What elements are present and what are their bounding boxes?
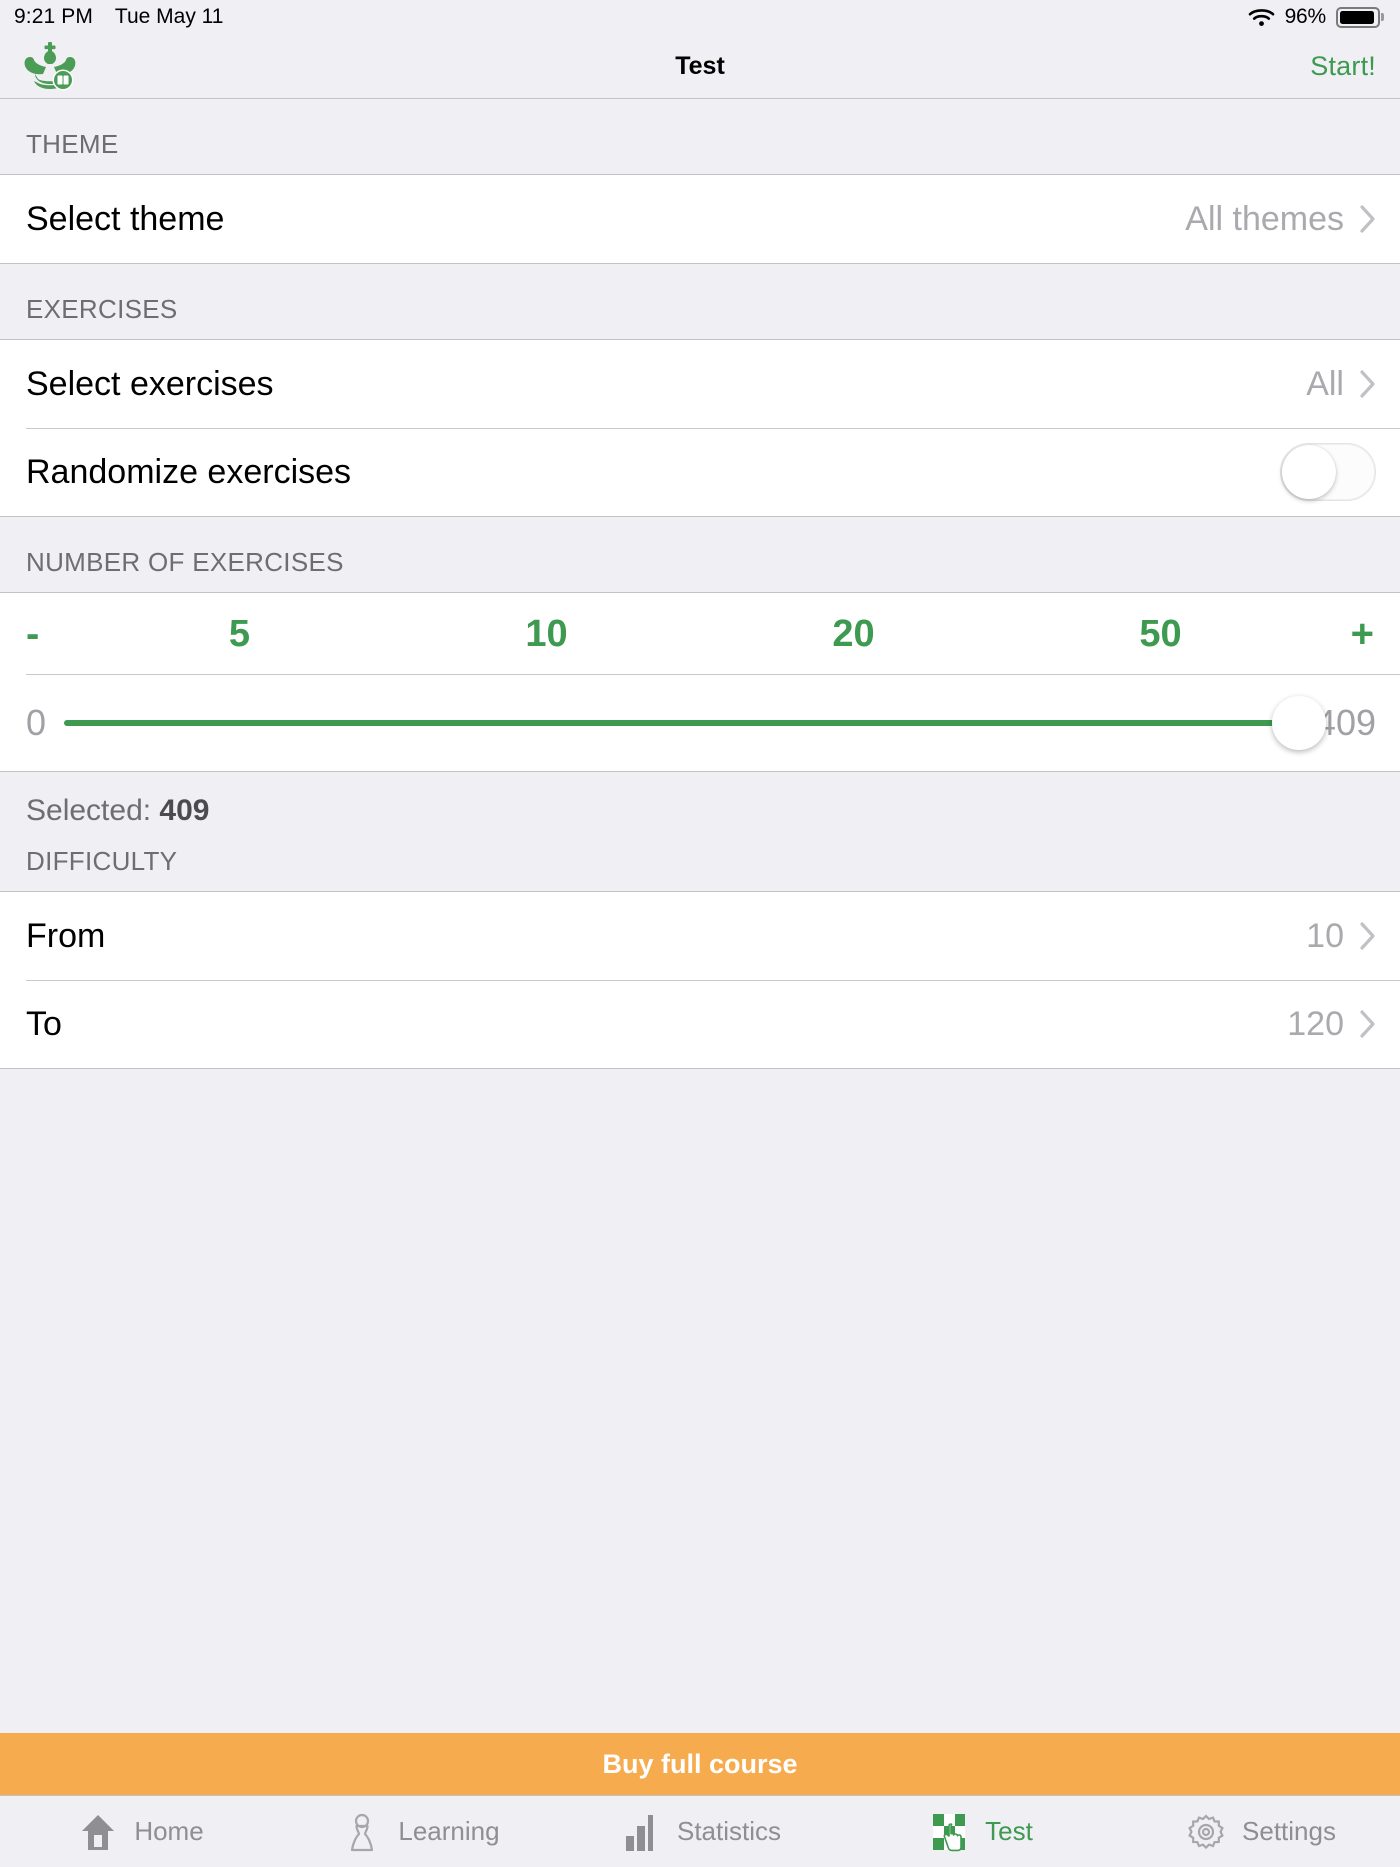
theme-section-header: THEME (0, 99, 1400, 174)
home-icon (76, 1810, 120, 1854)
tab-statistics[interactable]: Statistics (560, 1810, 840, 1854)
selected-count-prefix: Selected: (26, 794, 160, 827)
select-exercises-right: All (1306, 365, 1376, 404)
chess-king-book-logo (22, 41, 78, 91)
exercises-section: Select exercises All Randomize exercises (0, 339, 1400, 517)
difficulty-to-value: 120 (1287, 1004, 1344, 1043)
gear-icon (1184, 1810, 1228, 1854)
select-exercises-label: Select exercises (26, 364, 274, 403)
tab-statistics-label: Statistics (676, 1816, 782, 1846)
tab-settings[interactable]: Settings (1120, 1810, 1400, 1854)
status-bar-right: 96% (1248, 5, 1380, 29)
difficulty-to-right: 120 (1287, 1005, 1376, 1044)
navigation-bar: Test Start! (0, 34, 1400, 99)
status-bar: 9:21 PM Tue May 11 96% (0, 0, 1400, 34)
randomize-exercises-row[interactable]: Randomize exercises (0, 428, 1400, 516)
difficulty-from-row[interactable]: From 10 (0, 892, 1400, 980)
tab-test-label: Test (985, 1816, 1033, 1846)
quick-pick-50[interactable]: 50 (1007, 613, 1314, 656)
difficulty-to-row[interactable]: To 120 (0, 980, 1400, 1068)
exercise-count-slider-row: 0 409 (0, 675, 1400, 771)
number-of-exercises-header: NUMBER OF EXERCISES (0, 517, 1400, 592)
tab-settings-label: Settings (1242, 1816, 1336, 1846)
difficulty-section: From 10 To 120 (0, 891, 1400, 1069)
difficulty-from-right: 10 (1306, 917, 1376, 956)
select-exercises-value: All (1306, 364, 1344, 403)
selected-count-value: 409 (159, 794, 210, 827)
tab-learning[interactable]: Learning (280, 1810, 560, 1854)
battery-percent: 96% (1284, 5, 1327, 28)
battery-icon (1336, 6, 1380, 28)
select-theme-row[interactable]: Select theme All themes (0, 175, 1400, 263)
theme-section: Select theme All themes (0, 174, 1400, 264)
page-title: Test (675, 51, 725, 80)
bar-chart-icon (619, 1810, 663, 1854)
tab-bar: Home Learning Statistics Test Settings (0, 1795, 1400, 1867)
decrement-button[interactable]: - (26, 612, 86, 657)
tab-home-label: Home (134, 1816, 204, 1846)
difficulty-from-value: 10 (1306, 916, 1344, 955)
quick-pick-10[interactable]: 10 (393, 613, 700, 656)
increment-button[interactable]: + (1314, 612, 1374, 657)
quick-pick-20[interactable]: 20 (700, 613, 1007, 656)
checkerboard-hand-icon (927, 1810, 971, 1854)
toggle-knob (1282, 445, 1336, 499)
difficulty-section-header: DIFFICULTY (0, 828, 1400, 891)
slider-min-label: 0 (26, 702, 47, 743)
select-theme-right: All themes (1185, 200, 1376, 239)
buy-full-course-banner[interactable]: Buy full course (0, 1733, 1400, 1795)
difficulty-to-label: To (26, 1004, 62, 1043)
select-theme-label: Select theme (26, 199, 225, 238)
status-time: 9:21 PM (14, 5, 93, 28)
randomize-exercises-toggle[interactable] (1280, 443, 1376, 501)
chevron-right-icon (1360, 922, 1376, 950)
slider-thumb[interactable] (1271, 696, 1326, 750)
start-button[interactable]: Start! (1310, 51, 1376, 82)
quick-pick-row: - 5 10 20 50 + (0, 593, 1400, 675)
chevron-right-icon (1360, 1010, 1376, 1038)
select-exercises-row[interactable]: Select exercises All (0, 340, 1400, 428)
exercise-count-slider[interactable] (64, 696, 1326, 750)
tab-learning-label: Learning (398, 1816, 500, 1846)
number-of-exercises-section: - 5 10 20 50 + 0 409 (0, 592, 1400, 772)
randomize-exercises-right (1280, 443, 1376, 501)
tab-test[interactable]: Test (840, 1810, 1120, 1854)
pawn-icon (340, 1810, 384, 1854)
status-date: Tue May 11 (114, 5, 224, 28)
chevron-right-icon (1360, 370, 1376, 398)
selected-count-line: Selected: 409 (0, 772, 1400, 828)
tab-home[interactable]: Home (0, 1810, 280, 1854)
select-theme-value: All themes (1185, 199, 1344, 238)
wifi-icon (1248, 7, 1275, 27)
quick-pick-5[interactable]: 5 (86, 613, 393, 656)
status-bar-left: 9:21 PM Tue May 11 (14, 5, 223, 29)
chevron-right-icon (1360, 205, 1376, 233)
randomize-exercises-label: Randomize exercises (26, 452, 352, 491)
exercises-section-header: EXERCISES (0, 264, 1400, 339)
empty-space (0, 1069, 1400, 1733)
app-screen: 9:21 PM Tue May 11 96% Test Start! THEME… (0, 0, 1400, 1867)
difficulty-from-label: From (26, 916, 106, 955)
